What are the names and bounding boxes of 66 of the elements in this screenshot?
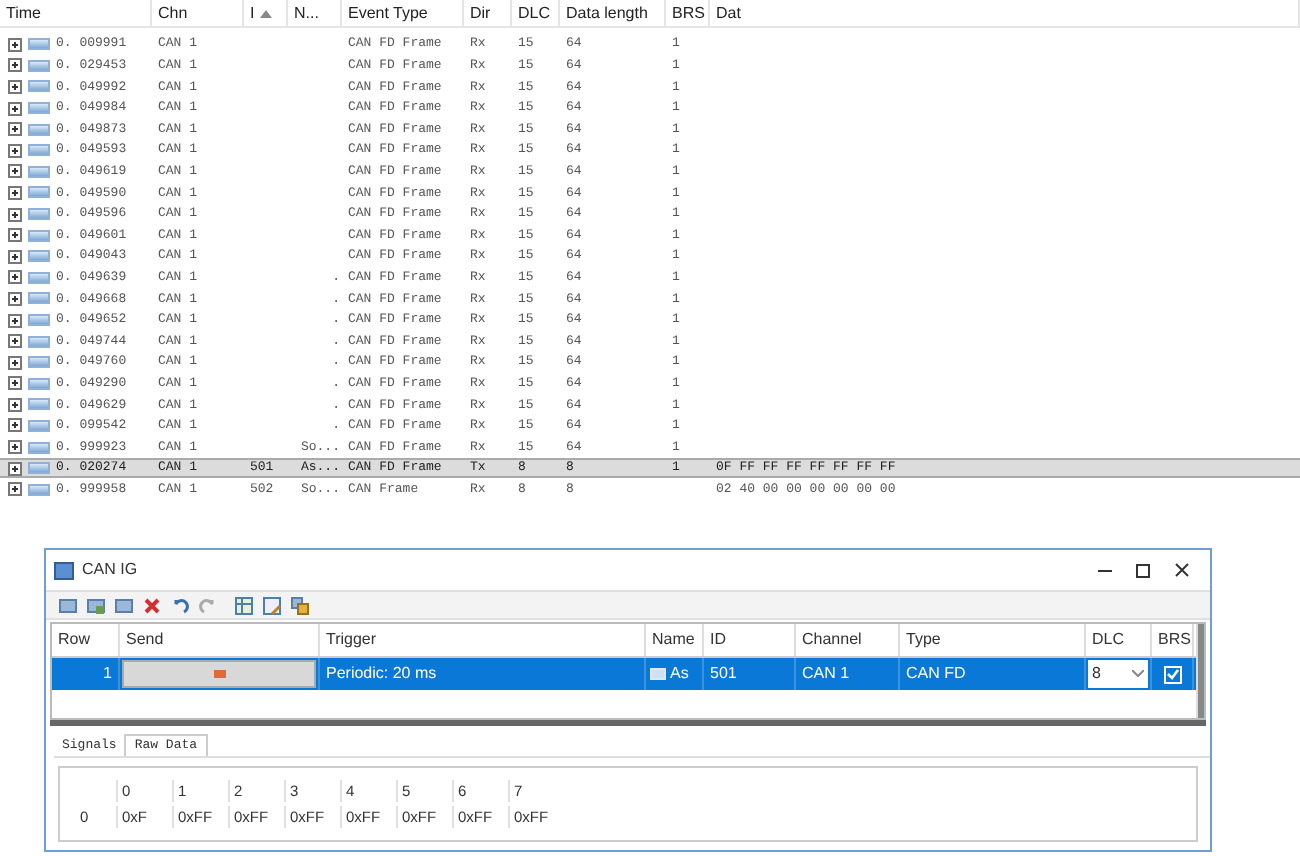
frame-icon: [28, 314, 50, 327]
column-header[interactable]: N...: [288, 0, 342, 26]
column-header[interactable]: I: [244, 0, 288, 26]
dlc-dropdown[interactable]: 8: [1088, 660, 1148, 688]
frame-icon: [28, 398, 50, 411]
frame-icon: [28, 356, 50, 369]
column-header[interactable]: Trigger: [320, 624, 646, 656]
column-header[interactable]: Channel: [796, 624, 900, 656]
chevron-down-icon[interactable]: [1132, 670, 1144, 678]
frame-icon: [28, 38, 50, 51]
frame-icon: [28, 483, 50, 496]
undo-icon[interactable]: [170, 595, 190, 615]
close-button[interactable]: [1174, 562, 1190, 578]
brs-checkbox[interactable]: [1163, 665, 1181, 683]
column-header[interactable]: Time: [0, 0, 152, 26]
frame-icon: [28, 462, 50, 475]
frame-icon: [28, 419, 50, 432]
column-header[interactable]: Name: [646, 624, 704, 656]
minimize-button[interactable]: [1098, 569, 1112, 571]
frame-icon: [28, 80, 50, 93]
table-cell: 501: [710, 662, 737, 686]
channel-dropdown[interactable]: CAN 1: [802, 662, 850, 686]
column-header[interactable]: Row: [52, 624, 120, 656]
frame-icon: [28, 229, 50, 242]
frame-icon: [28, 271, 50, 284]
column-header[interactable]: Dat: [710, 0, 1300, 26]
frame-icon: [28, 144, 50, 157]
window-icon[interactable]: [86, 595, 106, 615]
window-title: CAN IG: [82, 558, 138, 582]
column-header[interactable]: Chn: [152, 0, 244, 26]
table-icon[interactable]: [262, 595, 282, 615]
type-dropdown[interactable]: CAN FD: [906, 662, 966, 686]
frame-icon: [28, 208, 50, 221]
frame-icon: [28, 59, 50, 72]
frame-icon: [28, 441, 50, 454]
column-header[interactable]: Send: [120, 624, 320, 656]
trigger-dropdown[interactable]: Periodic: 20 ms: [326, 662, 437, 686]
column-header[interactable]: ID: [704, 624, 796, 656]
maximize-button[interactable]: [1136, 563, 1150, 577]
column-header[interactable]: DLC: [512, 0, 560, 26]
frame-icon: [28, 292, 50, 305]
window-icon[interactable]: [114, 595, 134, 615]
message-row[interactable]: 1 Periodic: 20 ms As 501 CAN 1 CAN FD 8: [52, 658, 1196, 690]
column-header[interactable]: DLC: [1086, 624, 1152, 656]
stop-icon: [213, 670, 225, 678]
table-cell: As: [670, 662, 689, 686]
splitter-handle[interactable]: [50, 720, 1206, 726]
table-icon[interactable]: [234, 595, 254, 615]
delete-icon[interactable]: [142, 595, 162, 615]
frame-icon: [28, 250, 50, 263]
frame-icon: [28, 102, 50, 115]
column-header[interactable]: Dir: [464, 0, 512, 26]
column-header[interactable]: Data length: [560, 0, 666, 26]
frame-icon: [28, 123, 50, 136]
column-header[interactable]: BRS: [666, 0, 710, 26]
message-icon: [650, 668, 666, 680]
frame-icon: [28, 377, 50, 390]
column-header[interactable]: BRS: [1152, 624, 1194, 656]
frame-icon: [28, 186, 50, 199]
frame-icon: [28, 165, 50, 178]
table-cell: 1: [103, 662, 112, 686]
column-header[interactable]: Type: [900, 624, 1086, 656]
frame-icon: [28, 335, 50, 348]
group-icon[interactable]: [290, 595, 310, 615]
scrollbar[interactable]: [1196, 624, 1204, 718]
column-header[interactable]: Event Type: [342, 0, 464, 26]
